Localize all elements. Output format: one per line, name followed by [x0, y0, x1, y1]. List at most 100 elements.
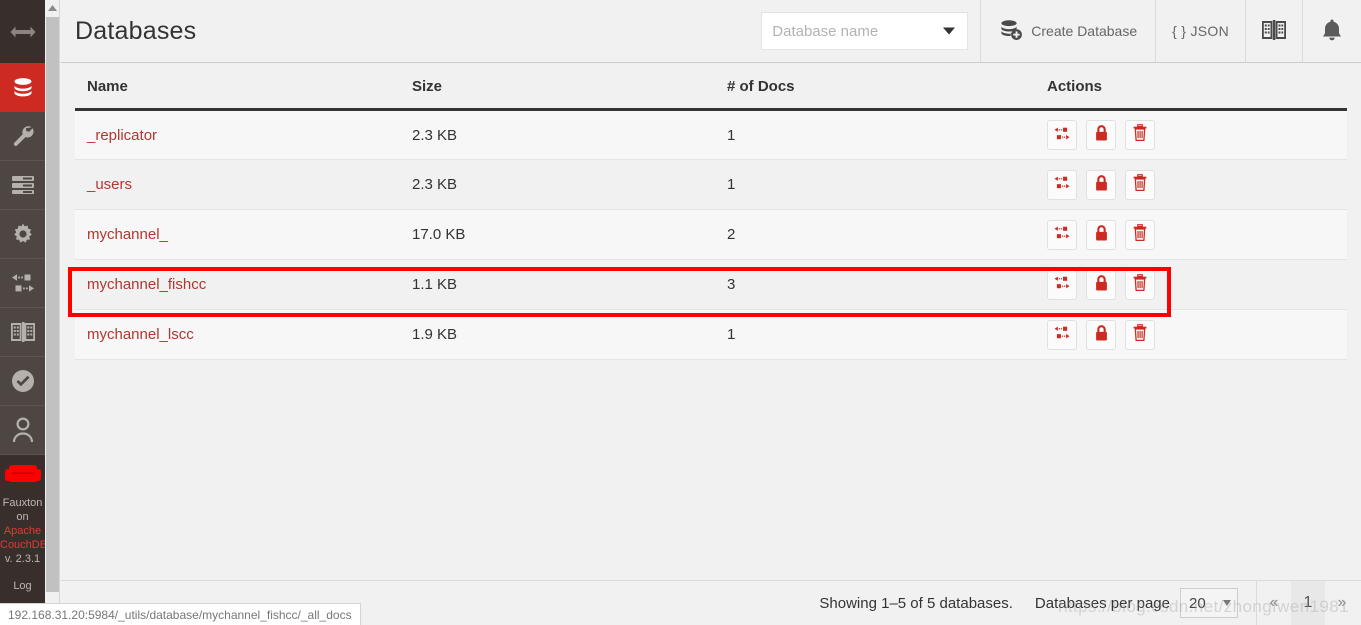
- lock-icon: [1094, 274, 1109, 296]
- per-page-label: Databases per page: [1034, 594, 1170, 612]
- cell-actions: [1035, 209, 1347, 260]
- cell-database-name: mychannel_fishcc: [75, 259, 400, 310]
- bell-icon: [1321, 18, 1343, 45]
- showing-count-label: Showing 1–5 of 5 databases.: [819, 594, 1013, 612]
- sidebar-item-active-tasks[interactable]: [0, 161, 45, 210]
- database-link[interactable]: mychannel_fishcc: [87, 276, 206, 293]
- chevron-down-icon: [943, 27, 956, 35]
- lock-icon: [1094, 174, 1109, 196]
- brand-line-2: on: [16, 511, 29, 523]
- cell-database-name: _replicator: [75, 109, 400, 160]
- replicate-icon: [1053, 275, 1071, 294]
- brand-line-3[interactable]: Apache: [0, 524, 45, 538]
- replication-arrows-icon: [10, 272, 36, 294]
- documentation-button[interactable]: [1245, 0, 1302, 62]
- lock-icon: [1094, 124, 1109, 146]
- pagination-prev[interactable]: «: [1257, 581, 1291, 625]
- main-content: Databases Database name Create Database …: [61, 0, 1361, 625]
- column-header-name[interactable]: Name: [75, 63, 400, 111]
- sidebar-item-databases[interactable]: [0, 63, 45, 112]
- scroll-up-arrow-icon[interactable]: [45, 0, 60, 16]
- trash-icon: [1132, 273, 1148, 296]
- column-header-docs[interactable]: # of Docs: [715, 63, 1035, 111]
- database-name-select[interactable]: Database name: [761, 12, 969, 50]
- cell-doc-count: 1: [715, 159, 1035, 210]
- table-body: _replicator 2.3 KB 1 _users 2.3 KB 1 mychannel…: [75, 109, 1347, 360]
- lock-icon: [1094, 324, 1109, 346]
- delete-button[interactable]: [1125, 269, 1155, 300]
- cell-size: 1.1 KB: [400, 259, 715, 310]
- check-circle-icon: [10, 368, 36, 394]
- couch-logo: [3, 461, 43, 492]
- pagination-page-1[interactable]: 1: [1291, 581, 1325, 625]
- gear-icon: [11, 222, 35, 246]
- wrench-icon: [11, 124, 35, 148]
- database-link[interactable]: mychannel_lscc: [87, 326, 194, 343]
- replicate-button[interactable]: [1047, 120, 1077, 150]
- permissions-button[interactable]: [1086, 120, 1116, 150]
- cell-doc-count: 3: [715, 259, 1035, 310]
- sidebar-scrollbar[interactable]: [45, 0, 60, 625]
- database-add-icon: [999, 19, 1023, 44]
- json-button[interactable]: { } JSON: [1155, 0, 1245, 62]
- status-bar-url: 192.168.31.20:5984/_utils/database/mycha…: [0, 603, 361, 625]
- delete-button[interactable]: [1125, 120, 1155, 150]
- sidebar-item-verify[interactable]: [0, 357, 45, 406]
- replicate-button[interactable]: [1047, 169, 1077, 200]
- json-label: { } JSON: [1172, 23, 1229, 39]
- permissions-button[interactable]: [1086, 269, 1116, 300]
- brand-line-4[interactable]: CouchDB: [0, 538, 45, 552]
- sidebar-item-replication[interactable]: [0, 259, 45, 308]
- cell-actions: [1035, 109, 1347, 160]
- table-row[interactable]: _users 2.3 KB 1: [75, 159, 1347, 210]
- database-link[interactable]: mychannel_: [87, 226, 168, 243]
- sidebar-item-setup[interactable]: [0, 112, 45, 161]
- page-header: Databases Database name Create Database …: [61, 0, 1361, 63]
- sidebar-item-toggle-sidebar[interactable]: [0, 0, 45, 63]
- book-open-icon: [1261, 19, 1287, 44]
- cell-database-name: mychannel_lscc: [75, 309, 400, 360]
- delete-button[interactable]: [1125, 169, 1155, 200]
- table-row[interactable]: _replicator 2.3 KB 1: [75, 109, 1347, 160]
- pagination-next[interactable]: »: [1325, 581, 1359, 625]
- delete-button[interactable]: [1125, 319, 1155, 350]
- cell-actions: [1035, 309, 1347, 360]
- replicate-button[interactable]: [1047, 219, 1077, 250]
- cell-doc-count: 1: [715, 309, 1035, 360]
- sidebar-item-configuration[interactable]: [0, 210, 45, 259]
- sidebar-brand: Fauxton on Apache CouchDB v. 2.3.1 Log: [0, 455, 45, 625]
- per-page-value: 20: [1189, 594, 1206, 612]
- cell-size: 1.9 KB: [400, 309, 715, 360]
- database-link[interactable]: _replicator: [87, 127, 157, 144]
- replicate-icon: [1053, 225, 1071, 244]
- permissions-button[interactable]: [1086, 319, 1116, 350]
- delete-button[interactable]: [1125, 219, 1155, 250]
- create-database-button[interactable]: Create Database: [980, 0, 1155, 62]
- table-row[interactable]: mychannel_lscc 1.9 KB 1: [75, 309, 1347, 360]
- trash-icon: [1132, 223, 1148, 246]
- permissions-button[interactable]: [1086, 169, 1116, 200]
- permissions-button[interactable]: [1086, 219, 1116, 250]
- db-select-wrap: Database name: [761, 0, 980, 62]
- replicate-icon: [1053, 126, 1071, 145]
- fauxton-app: Fauxton on Apache CouchDB v. 2.3.1 Log D…: [0, 0, 1361, 625]
- database-link[interactable]: _users: [87, 176, 132, 193]
- databases-table-wrap: Name Size # of Docs Actions _replicator 2…: [61, 63, 1361, 360]
- database-name-placeholder: Database name: [772, 22, 879, 40]
- scrollbar-thumb[interactable]: [46, 17, 59, 592]
- per-page-select[interactable]: 20: [1180, 588, 1238, 618]
- table-row[interactable]: mychannel_fishcc 1.1 KB 3: [75, 259, 1347, 310]
- cell-database-name: _users: [75, 159, 400, 210]
- sidebar-item-documentation[interactable]: [0, 308, 45, 357]
- replicate-button[interactable]: [1047, 319, 1077, 350]
- replicate-icon: [1053, 325, 1071, 344]
- header-actions: Database name Create Database {} JSON: [761, 0, 1361, 62]
- cell-database-name: mychannel_: [75, 209, 400, 260]
- column-header-actions: Actions: [1035, 63, 1347, 111]
- replicate-button[interactable]: [1047, 269, 1077, 300]
- table-row[interactable]: mychannel_ 17.0 KB 2: [75, 209, 1347, 260]
- sidebar-log-link[interactable]: Log: [13, 580, 31, 592]
- column-header-size[interactable]: Size: [400, 63, 715, 111]
- notifications-button[interactable]: [1302, 0, 1361, 62]
- sidebar-item-user[interactable]: [0, 406, 45, 455]
